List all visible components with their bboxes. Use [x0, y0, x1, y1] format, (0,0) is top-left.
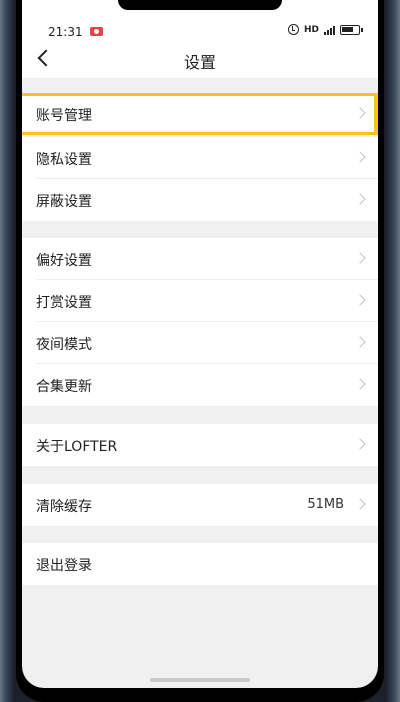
alarm-icon: [287, 24, 299, 35]
settings-row-reward[interactable]: 打赏设置: [22, 280, 378, 322]
chevron-right-icon: [354, 151, 366, 163]
row-label: 屏蔽设置: [36, 194, 92, 210]
settings-row-privacy[interactable]: 隐私设置: [22, 137, 378, 179]
settings-row-account[interactable]: 账号管理: [22, 93, 378, 135]
settings-row-about[interactable]: 关于LOFTER: [22, 424, 378, 466]
settings-row-collection-update[interactable]: 合集更新: [22, 364, 378, 406]
row-label: 关于LOFTER: [36, 439, 118, 455]
cache-size: 51MB: [307, 497, 344, 512]
chevron-right-icon: [354, 438, 366, 450]
row-label: 隐私设置: [36, 152, 92, 168]
chevron-right-icon: [354, 107, 366, 119]
record-icon: [90, 27, 103, 36]
row-label: 清除缓存: [36, 499, 92, 515]
row-label: 夜间模式: [36, 337, 92, 353]
chevron-right-icon: [354, 252, 366, 264]
chevron-right-icon: [354, 378, 366, 390]
status-icons: HD: [287, 24, 363, 35]
phone-frame: 21:31 HD 设置 账号管理 隐私设置 屏蔽设置 偏好设置 打赏设置 夜间模…: [16, 0, 384, 702]
settings-row-block[interactable]: 屏蔽设置: [22, 179, 378, 221]
camera-notch: [118, 0, 282, 10]
logout-button[interactable]: 退出登录: [22, 543, 378, 585]
settings-row-preferences[interactable]: 偏好设置: [22, 238, 378, 280]
settings-row-night-mode[interactable]: 夜间模式: [22, 322, 378, 364]
status-time: 21:31: [48, 25, 83, 39]
chevron-right-icon: [354, 336, 366, 348]
row-label: 打赏设置: [36, 295, 92, 311]
chevron-right-icon: [354, 294, 366, 306]
home-indicator[interactable]: [150, 678, 250, 682]
chevron-right-icon: [354, 498, 366, 510]
nav-header: 设置: [22, 40, 378, 78]
row-label: 账号管理: [36, 108, 92, 124]
battery-icon: [340, 24, 363, 35]
signal-icon: [324, 25, 335, 35]
hd-label: HD: [303, 24, 319, 35]
page-title: 设置: [183, 53, 216, 72]
settings-row-clear-cache[interactable]: 清除缓存 51MB: [22, 484, 378, 526]
chevron-right-icon: [354, 193, 366, 205]
row-label: 退出登录: [36, 558, 92, 574]
row-label: 合集更新: [36, 379, 92, 395]
row-label: 偏好设置: [36, 253, 92, 269]
screen: 21:31 HD 设置 账号管理 隐私设置 屏蔽设置 偏好设置 打赏设置 夜间模…: [22, 0, 378, 688]
